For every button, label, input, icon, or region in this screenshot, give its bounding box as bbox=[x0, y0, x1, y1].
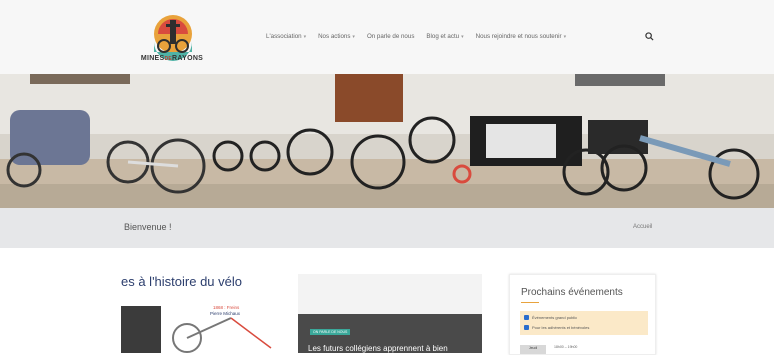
logo-text-mid: DE bbox=[164, 56, 173, 62]
nav-label: L'association bbox=[266, 33, 302, 40]
news-card-tag[interactable]: ON PARLE DE NOUS bbox=[310, 329, 351, 335]
chevron-down-icon: ▾ bbox=[461, 33, 464, 40]
chevron-down-icon: ▾ bbox=[563, 33, 567, 40]
history-illustration-icon: 1868 : Freins Pierre Michaux bbox=[121, 305, 272, 353]
chevron-down-icon: ▾ bbox=[303, 33, 307, 40]
nav-item-actions[interactable]: Nos actions ▾ bbox=[318, 33, 355, 40]
logo-wordmark[interactable]: MINESDERAYONS bbox=[136, 55, 208, 62]
filter-members[interactable]: Pour les adhérents et bénévoles bbox=[524, 325, 589, 330]
filter-public[interactable]: Événements grand public bbox=[524, 315, 577, 320]
history-card[interactable]: es à l'histoire du vélo 1868 : Freins Pi… bbox=[121, 272, 281, 353]
logo-text-right: RAYONS bbox=[172, 55, 204, 62]
nav-item-association[interactable]: L'association ▾ bbox=[266, 33, 306, 40]
page-title: Bienvenue ! bbox=[124, 222, 172, 232]
nav-item-press[interactable]: On parle de nous bbox=[367, 33, 414, 40]
logo-text-left: MINES bbox=[140, 55, 165, 62]
events-widget: Prochains événements Événements grand pu… bbox=[509, 274, 656, 355]
news-card-caption[interactable]: Les futurs collégiens apprennent à bien bbox=[308, 344, 448, 353]
checkbox-icon[interactable] bbox=[524, 315, 529, 320]
chevron-down-icon: ▾ bbox=[352, 33, 355, 40]
nav-label: Blog et actu bbox=[426, 33, 460, 40]
news-card[interactable]: ON PARLE DE NOUS Les futurs collégiens a… bbox=[298, 274, 482, 353]
heading-underline bbox=[521, 302, 539, 303]
main-nav: L'association ▾ Nos actions ▾ On parle de … bbox=[266, 33, 578, 40]
event-time: 18h00 – 19h00 bbox=[554, 345, 578, 349]
events-heading: Prochains événements bbox=[521, 287, 623, 298]
nav-label: Nos actions bbox=[318, 33, 351, 40]
events-filters: Événements grand public Pour les adhéren… bbox=[520, 311, 648, 335]
filter-label: Événements grand public bbox=[532, 315, 578, 320]
history-note-1: 1868 : Freins bbox=[213, 305, 240, 310]
filter-label: Pour les adhérents et bénévoles bbox=[532, 325, 590, 330]
page-title-bar: Bienvenue ! Accueil bbox=[0, 208, 774, 248]
hero-bikes-image bbox=[0, 74, 774, 208]
history-card-heading: es à l'histoire du vélo bbox=[121, 274, 242, 289]
search-icon[interactable] bbox=[645, 32, 654, 41]
nav-item-join[interactable]: Nous rejoindre et nous soutenir ▾ bbox=[476, 33, 567, 40]
breadcrumb[interactable]: Accueil bbox=[633, 224, 652, 230]
site-header: MINESDERAYONS L'association ▾ Nos actions… bbox=[0, 0, 774, 74]
checkbox-icon[interactable] bbox=[524, 325, 529, 330]
nav-label: Nous rejoindre et nous soutenir bbox=[475, 33, 562, 40]
nav-item-blog[interactable]: Blog et actu ▾ bbox=[426, 33, 463, 40]
history-note-2: Pierre Michaux bbox=[210, 311, 241, 316]
nav-label: On parle de nous bbox=[366, 33, 415, 40]
